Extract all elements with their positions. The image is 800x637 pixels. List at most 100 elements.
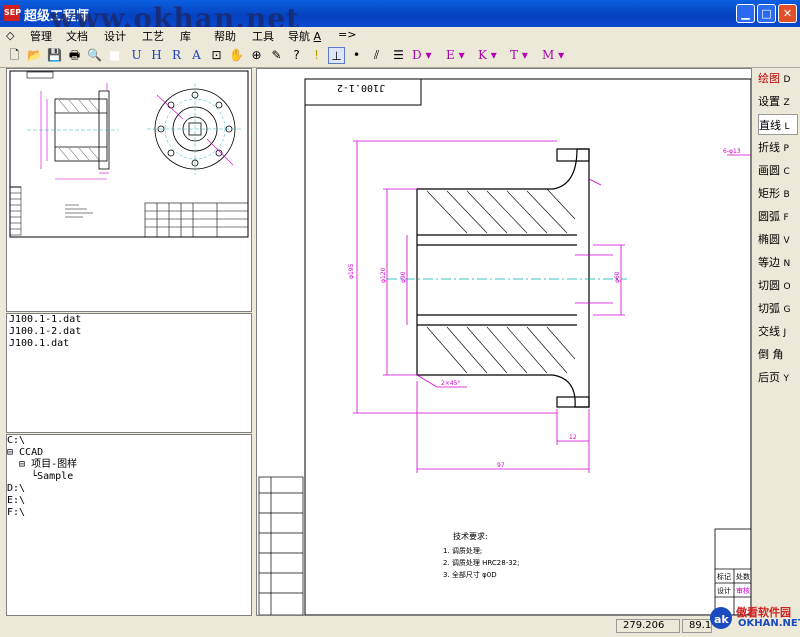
save-icon[interactable]: 💾 xyxy=(46,47,63,64)
tech-note: 1. 调质处理; xyxy=(443,546,482,555)
menu-arrow-icon: ◇ xyxy=(6,29,15,42)
cmd-tangent-circle[interactable]: 切圆 O xyxy=(758,275,798,296)
new-file-icon[interactable]: 🗋 xyxy=(6,47,23,64)
cmd-key: O xyxy=(783,282,791,292)
cmd-key: P xyxy=(783,144,789,154)
title-bar: SEP 超级工程师 www.okhan.net ▁ □ ✕ xyxy=(0,0,800,35)
svg-text:φ90: φ90 xyxy=(400,271,407,283)
cmd-intersect[interactable]: 交线 J xyxy=(758,321,798,342)
cmd-chamfer[interactable]: 倒 角 xyxy=(758,344,798,365)
menu-help[interactable]: 帮助 xyxy=(214,28,236,44)
tree-drive-d[interactable]: D:\ xyxy=(7,483,251,495)
blank-icon: ■ xyxy=(108,48,121,62)
tool-r[interactable]: R xyxy=(168,47,185,64)
app-icon[interactable]: SEP xyxy=(4,5,21,21)
perpendicular-icon[interactable]: ⊥ xyxy=(328,47,345,64)
layers-icon[interactable]: ☰ xyxy=(390,47,407,64)
drawing-sheet: φ195 φ120 φ90 φ60 97 12 2×45° 6-φ13 J100… xyxy=(258,78,751,615)
zoom-icon[interactable]: ⊕ xyxy=(248,47,265,64)
menu-k-button[interactable]: K ▾ xyxy=(478,47,508,64)
menu-t-button[interactable]: T ▾ xyxy=(510,47,540,64)
menu-process[interactable]: 工艺 xyxy=(142,28,164,44)
cmd-label: 设置 xyxy=(758,95,780,108)
cmd-label: 等边 xyxy=(758,256,780,269)
cmd-key: L xyxy=(784,122,790,132)
cmd-polyline[interactable]: 折线 P xyxy=(758,137,798,158)
cmd-label: 切圆 xyxy=(758,279,780,292)
tree-drive-c[interactable]: C:\ xyxy=(7,435,251,447)
menu-d-button[interactable]: D ▾ xyxy=(412,47,442,64)
maximize-button[interactable]: □ xyxy=(757,4,776,23)
file-list-item[interactable]: J100.1-1.dat xyxy=(7,314,251,326)
cmd-settings[interactable]: 设置 Z xyxy=(758,91,798,112)
print-preview-icon[interactable]: 🔍 xyxy=(86,47,103,64)
tree-drive-f[interactable]: F:\ xyxy=(7,507,251,519)
pan-hand-icon[interactable]: ✋ xyxy=(228,47,245,64)
menu-navigate-key: A xyxy=(313,30,322,43)
window-zoom-icon[interactable]: ⊡ xyxy=(208,47,225,64)
status-bar: 279.206 89.1 ak 傲看软件园 OKHAN.NET xyxy=(0,606,800,636)
tree-folder-sample[interactable]: └Sample xyxy=(7,471,251,483)
parallel-icon[interactable]: ⫽ xyxy=(368,47,385,64)
open-folder-icon[interactable]: 📂 xyxy=(26,47,43,64)
menu-e-label: E xyxy=(446,48,455,62)
menu-next[interactable]: => xyxy=(338,28,356,41)
cmd-key: B xyxy=(783,190,790,200)
file-list: J100.1-1.dat J100.1-2.dat J100.1.dat xyxy=(6,313,252,433)
drawing-number: J100.1-2 xyxy=(337,82,385,93)
file-list-item[interactable]: J100.1-2.dat xyxy=(7,326,251,338)
pencil-icon[interactable]: ✎ xyxy=(268,47,285,64)
cmd-arc[interactable]: 圆弧 F xyxy=(758,206,798,227)
menu-document[interactable]: 文档 xyxy=(66,28,88,44)
cmd-label: 交线 xyxy=(758,325,780,338)
cmd-line[interactable]: 直线 L xyxy=(758,114,798,135)
cmd-key: N xyxy=(783,259,791,269)
tree-drive-e[interactable]: E:\ xyxy=(7,495,251,507)
table-cell: 处数 xyxy=(736,572,750,581)
cmd-ellipse[interactable]: 椭圆 V xyxy=(758,229,798,250)
cmd-label: 直线 xyxy=(759,119,781,132)
tool-a[interactable]: A xyxy=(188,47,205,64)
cmd-circle[interactable]: 画圆 C xyxy=(758,160,798,181)
print-icon[interactable]: 🖶 xyxy=(66,47,83,64)
menu-tools[interactable]: 工具 xyxy=(252,28,274,44)
tech-note: 3. 全部尺寸 φ0D xyxy=(443,570,497,579)
menu-e-button[interactable]: E ▾ xyxy=(446,47,476,64)
cmd-tangent-arc[interactable]: 切弧 G xyxy=(758,298,798,319)
cmd-label: 椭圆 xyxy=(758,233,780,246)
cmd-polygon[interactable]: 等边 N xyxy=(758,252,798,273)
drawing-canvas[interactable]: φ195 φ120 φ90 φ60 97 12 2×45° 6-φ13 J100… xyxy=(256,68,752,616)
cmd-label: 绘图 xyxy=(758,72,780,85)
cmd-key: Z xyxy=(783,98,790,108)
coord-x: 279.206 xyxy=(616,619,680,633)
tech-note: 2. 调质处理 HRC28-32; xyxy=(443,558,520,567)
cmd-label: 倒 角 xyxy=(758,348,784,361)
cmd-draw[interactable]: 绘图 D xyxy=(758,68,798,89)
cmd-key: D xyxy=(783,75,791,85)
menu-library[interactable]: 库 xyxy=(180,28,191,44)
drawing-thumbnail-panel[interactable] xyxy=(6,68,252,312)
menu-bar: ◇ 管理 文档 设计 工艺 库 帮助 工具 导航 A => xyxy=(0,27,800,45)
tool-u[interactable]: U xyxy=(128,47,145,64)
menu-design[interactable]: 设计 xyxy=(104,28,126,44)
cmd-rectangle[interactable]: 矩形 B xyxy=(758,183,798,204)
tree-folder-ccad[interactable]: ⊟ CCAD xyxy=(7,447,251,459)
cmd-key: C xyxy=(783,167,790,177)
alert-icon[interactable]: ! xyxy=(308,47,325,64)
cmd-key: Y xyxy=(783,374,790,384)
file-list-item[interactable]: J100.1.dat xyxy=(7,338,251,350)
minimize-button[interactable]: ▁ xyxy=(736,4,755,23)
menu-manage[interactable]: 管理 xyxy=(30,28,52,44)
point-icon[interactable]: • xyxy=(348,47,365,64)
svg-text:2×45°: 2×45° xyxy=(441,380,460,387)
menu-navigate[interactable]: 导航 A xyxy=(288,28,321,44)
menu-navigate-label: 导航 xyxy=(288,30,310,43)
menu-m-button[interactable]: M ▾ xyxy=(542,47,572,64)
tool-h[interactable]: H xyxy=(148,47,165,64)
close-button[interactable]: ✕ xyxy=(778,4,797,23)
cmd-next-page[interactable]: 后页 Y xyxy=(758,367,798,388)
tree-folder-project[interactable]: ⊟ 项目-图样 xyxy=(7,459,251,471)
help-icon[interactable]: ? xyxy=(288,47,305,64)
okhan-logo-icon: ak xyxy=(708,602,734,634)
menu-t-label: T xyxy=(510,48,519,62)
